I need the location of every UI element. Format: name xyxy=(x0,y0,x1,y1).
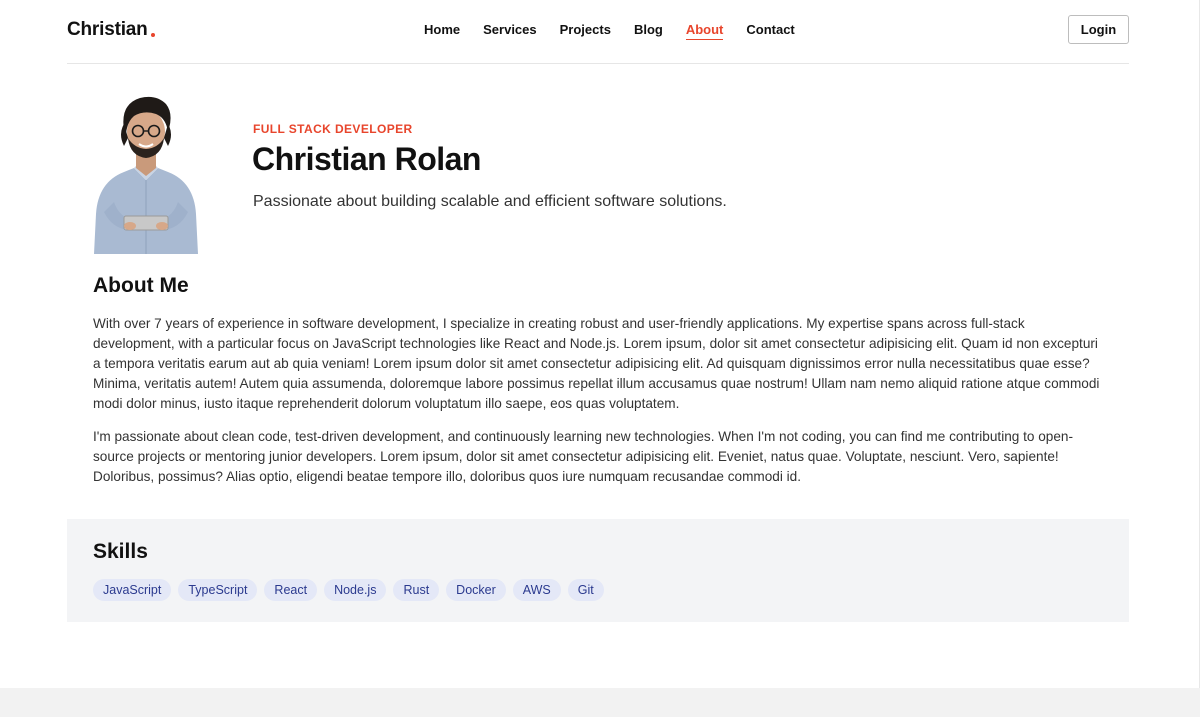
skill-tag: Docker xyxy=(446,579,506,601)
skill-tag: Rust xyxy=(393,579,440,601)
about-paragraph: With over 7 years of experience in softw… xyxy=(93,316,1100,411)
skill-tag: React xyxy=(264,579,318,601)
skill-tag: AWS xyxy=(512,579,561,601)
navbar: Christian Home Services Projects Blog Ab… xyxy=(67,0,1129,64)
skills-heading: Skills xyxy=(93,540,148,563)
nav-link-blog[interactable]: Blog xyxy=(634,22,663,40)
profile-photo xyxy=(94,96,198,254)
skills-section: Skills JavaScript TypeScript React Node.… xyxy=(67,519,1129,622)
skill-tag: Node.js xyxy=(324,579,387,601)
hero-name: Christian Rolan xyxy=(252,141,481,177)
skill-tag: Git xyxy=(567,579,604,601)
footer xyxy=(0,688,1200,717)
skill-tag: TypeScript xyxy=(178,579,258,601)
brand-dot-icon xyxy=(150,33,155,37)
brand-name: Christian xyxy=(67,19,148,40)
skills-list: JavaScript TypeScript React Node.js Rust… xyxy=(93,579,604,601)
login-button[interactable]: Login xyxy=(1068,15,1129,44)
nav-link-about[interactable]: About xyxy=(685,22,724,40)
about-paragraph: I'm passionate about clean code, test-dr… xyxy=(93,429,1074,484)
main-nav: Home Services Projects Blog About Contac… xyxy=(424,22,818,40)
nav-link-projects[interactable]: Projects xyxy=(560,22,611,40)
nav-link-contact[interactable]: Contact xyxy=(746,22,794,40)
brand-logo[interactable]: Christian xyxy=(67,19,155,41)
page: Christian Home Services Projects Blog Ab… xyxy=(0,0,1200,717)
nav-link-home[interactable]: Home xyxy=(424,22,460,40)
hero-tagline: Passionate about building scalable and e… xyxy=(253,193,727,210)
nav-link-services[interactable]: Services xyxy=(483,22,537,40)
hero-role: FULL STACK DEVELOPER xyxy=(253,122,413,136)
skill-tag: JavaScript xyxy=(93,579,172,601)
about-heading: About Me xyxy=(93,274,189,297)
